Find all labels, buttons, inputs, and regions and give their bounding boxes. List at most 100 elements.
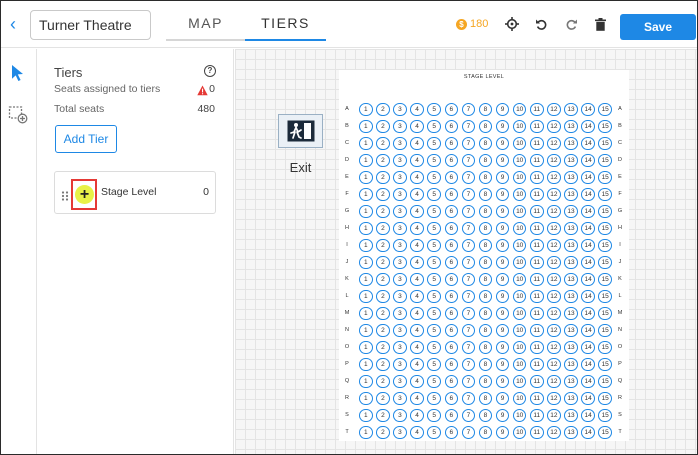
seat[interactable]: 6 [444, 391, 459, 406]
seat[interactable]: 2 [376, 425, 390, 440]
seat[interactable]: 3 [393, 153, 407, 168]
seat[interactable]: 14 [581, 391, 595, 406]
seat[interactable]: 15 [598, 357, 612, 372]
seat[interactable]: 1 [359, 323, 373, 338]
seat[interactable]: 4 [410, 170, 424, 185]
seat[interactable]: 13 [564, 187, 578, 202]
seat[interactable]: 5 [427, 272, 441, 287]
seat[interactable]: 6 [444, 289, 459, 304]
seat[interactable]: 11 [530, 204, 544, 219]
seat[interactable]: 1 [359, 187, 373, 202]
seat[interactable]: 9 [495, 374, 510, 389]
seat[interactable]: 11 [530, 289, 544, 304]
seat[interactable]: 3 [393, 119, 407, 134]
seat[interactable]: 14 [581, 425, 595, 440]
seat[interactable]: 9 [495, 391, 510, 406]
seat[interactable]: 5 [427, 340, 441, 355]
seat[interactable]: 7 [461, 340, 476, 355]
seat[interactable]: 8 [478, 187, 493, 202]
seat[interactable]: 10 [512, 238, 527, 253]
seat[interactable]: 15 [598, 425, 612, 440]
seat[interactable]: 15 [598, 391, 612, 406]
seat[interactable]: 10 [512, 357, 527, 372]
seat[interactable]: 10 [512, 340, 527, 355]
seat[interactable]: 12 [547, 204, 561, 219]
seat[interactable]: 1 [359, 357, 373, 372]
seat[interactable]: 1 [359, 374, 373, 389]
seat[interactable]: 9 [495, 289, 510, 304]
seat[interactable]: 12 [547, 425, 561, 440]
seat[interactable]: 2 [376, 272, 390, 287]
seat[interactable]: 4 [410, 408, 424, 423]
seat[interactable]: 13 [564, 102, 578, 117]
seat[interactable]: 7 [461, 136, 476, 151]
seat[interactable]: 2 [376, 323, 390, 338]
seat[interactable]: 15 [598, 272, 612, 287]
seat[interactable]: 12 [547, 272, 561, 287]
seat[interactable]: 5 [427, 170, 441, 185]
seat[interactable]: 5 [427, 323, 441, 338]
seat[interactable]: 11 [530, 306, 544, 321]
seat[interactable]: 2 [376, 204, 390, 219]
tab-map[interactable]: MAP [166, 1, 245, 41]
seat[interactable]: 1 [359, 306, 373, 321]
seat[interactable]: 1 [359, 340, 373, 355]
seat[interactable]: 3 [393, 272, 407, 287]
seat[interactable]: 9 [495, 255, 510, 270]
seat[interactable]: 8 [478, 238, 493, 253]
seat[interactable]: 10 [512, 102, 527, 117]
seat[interactable]: 1 [359, 408, 373, 423]
seat[interactable]: 14 [581, 255, 595, 270]
seat[interactable]: 9 [495, 119, 510, 134]
seat[interactable]: 13 [564, 255, 578, 270]
undo-icon[interactable] [532, 15, 550, 33]
seat[interactable]: 3 [393, 238, 407, 253]
seat[interactable]: 6 [444, 374, 459, 389]
seat[interactable]: 13 [564, 119, 578, 134]
seat[interactable]: 14 [581, 289, 595, 304]
seat[interactable]: 3 [393, 391, 407, 406]
seat[interactable]: 7 [461, 255, 476, 270]
seat[interactable]: 1 [359, 255, 373, 270]
seat[interactable]: 11 [530, 272, 544, 287]
seat[interactable]: 1 [359, 170, 373, 185]
seat[interactable]: 10 [512, 272, 527, 287]
seat[interactable]: 15 [598, 306, 612, 321]
seat[interactable]: 10 [512, 425, 527, 440]
seat[interactable]: 15 [598, 374, 612, 389]
seat[interactable]: 12 [547, 153, 561, 168]
seat[interactable]: 8 [478, 136, 493, 151]
seat[interactable]: 2 [376, 289, 390, 304]
seat[interactable]: 9 [495, 204, 510, 219]
seat[interactable]: 15 [598, 238, 612, 253]
seat[interactable]: 7 [461, 272, 476, 287]
seat[interactable]: 12 [547, 357, 561, 372]
seat[interactable]: 13 [564, 374, 578, 389]
seat[interactable]: 7 [461, 306, 476, 321]
seat[interactable]: 10 [512, 204, 527, 219]
seat[interactable]: 6 [444, 255, 459, 270]
seat[interactable]: 15 [598, 255, 612, 270]
seat[interactable]: 8 [478, 272, 493, 287]
seat[interactable]: 2 [376, 238, 390, 253]
seat[interactable]: 15 [598, 187, 612, 202]
seat[interactable]: 3 [393, 408, 407, 423]
seat[interactable]: 15 [598, 204, 612, 219]
seat[interactable]: 5 [427, 425, 441, 440]
seat[interactable]: 9 [495, 323, 510, 338]
seat[interactable]: 12 [547, 238, 561, 253]
seat[interactable]: 10 [512, 374, 527, 389]
seat[interactable]: 3 [393, 374, 407, 389]
seat[interactable]: 6 [444, 323, 459, 338]
seat[interactable]: 5 [427, 153, 441, 168]
seat[interactable]: 2 [376, 357, 390, 372]
seat[interactable]: 9 [495, 102, 510, 117]
seat[interactable]: 14 [581, 306, 595, 321]
seat[interactable]: 14 [581, 153, 595, 168]
seat[interactable]: 6 [444, 102, 459, 117]
seat[interactable]: 10 [512, 255, 527, 270]
seat[interactable]: 14 [581, 170, 595, 185]
seat[interactable]: 13 [564, 357, 578, 372]
trash-icon[interactable] [591, 15, 609, 33]
seat[interactable]: 6 [444, 119, 459, 134]
